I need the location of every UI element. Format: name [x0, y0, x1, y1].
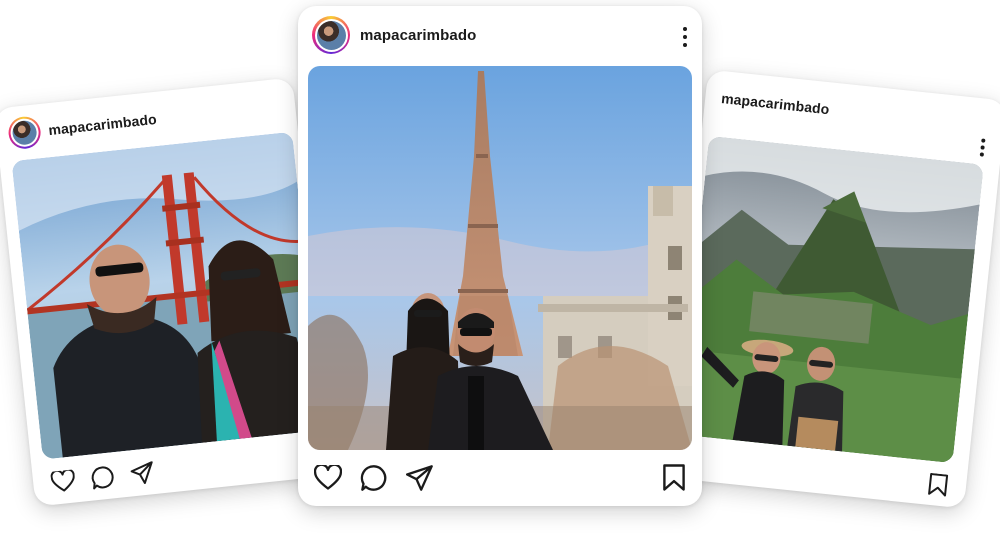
more-options-icon[interactable]: [682, 27, 688, 47]
avatar[interactable]: [312, 16, 350, 54]
post-header: mapacarimbado: [298, 6, 702, 64]
username[interactable]: mapacarimbado: [360, 27, 476, 44]
post-card-eiffel-tower: mapacarimbado: [298, 6, 702, 506]
more-options-icon[interactable]: [979, 138, 987, 157]
post-photo-eiffel-tower: [308, 66, 692, 450]
username[interactable]: mapacarimbado: [48, 111, 158, 138]
heart-icon[interactable]: [314, 465, 342, 491]
instagram-posts-collage: mapacarimbado mapacarimbado mapacarimbad…: [0, 0, 1000, 533]
bookmark-icon[interactable]: [926, 472, 949, 502]
comment-icon[interactable]: [360, 464, 388, 492]
share-icon[interactable]: [406, 465, 434, 491]
post-photo-golden-gate: [11, 131, 324, 460]
post-actions: [50, 460, 156, 495]
post-actions: [314, 464, 434, 492]
bookmark-icon[interactable]: [662, 464, 686, 496]
avatar[interactable]: [7, 115, 43, 151]
username[interactable]: mapacarimbado: [721, 90, 831, 117]
comment-icon[interactable]: [90, 464, 116, 490]
post-card-machu-picchu: mapacarimbado: [665, 69, 1000, 509]
post-photo-machu-picchu: [677, 135, 984, 464]
heart-icon[interactable]: [50, 469, 76, 493]
post-card-golden-gate: mapacarimbado: [0, 77, 335, 507]
share-icon[interactable]: [130, 461, 156, 485]
